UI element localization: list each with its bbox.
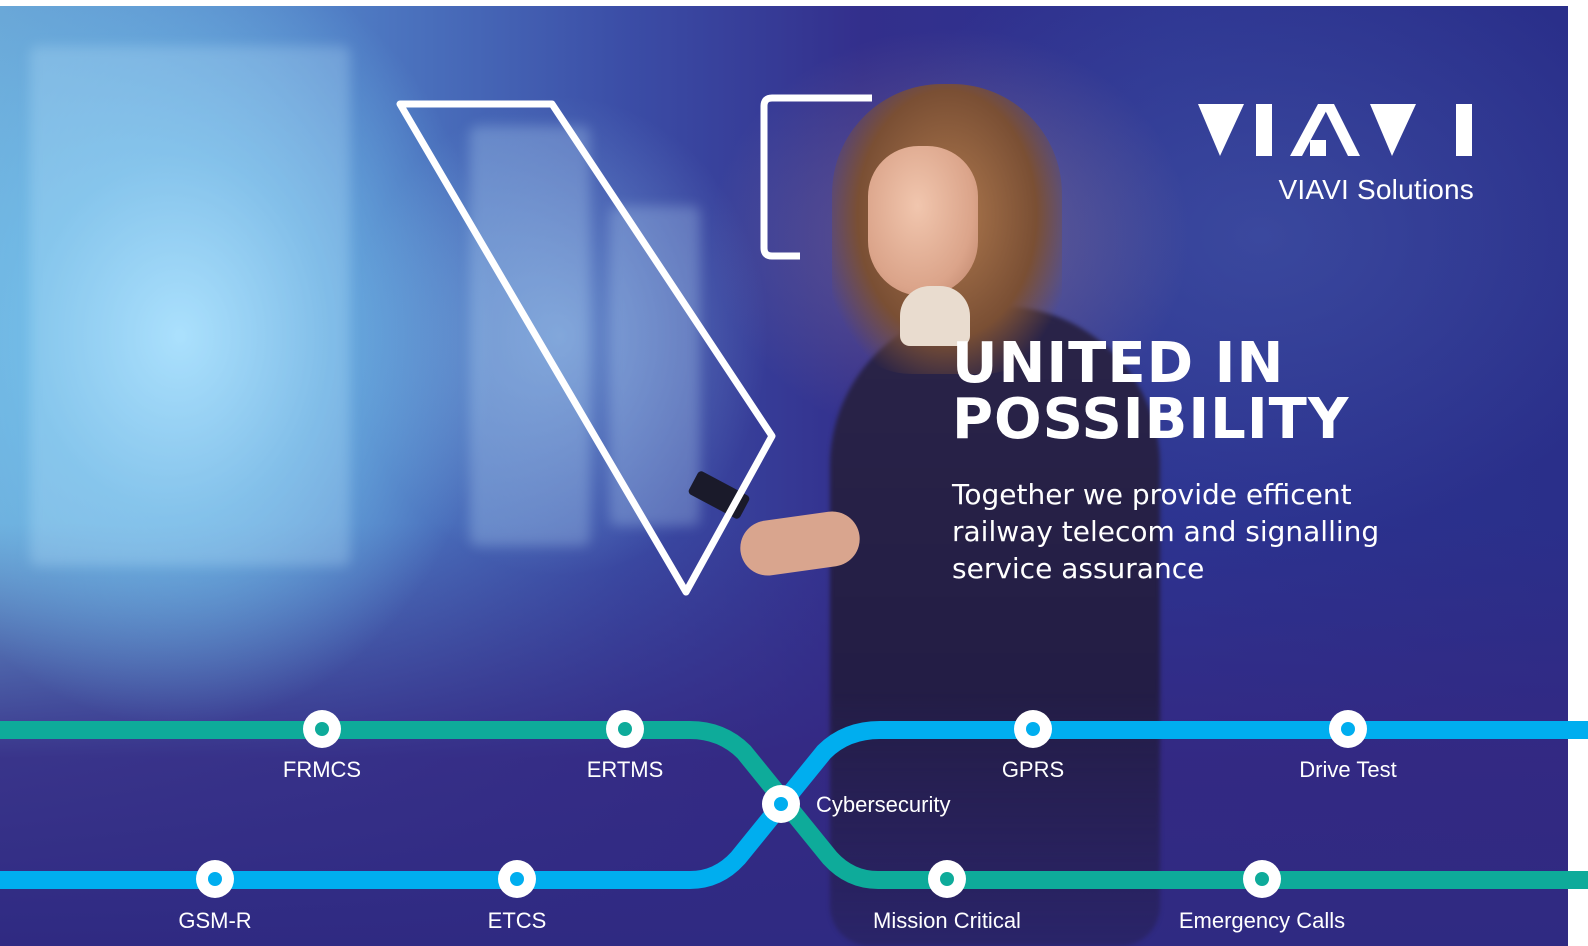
station-label: FRMCS bbox=[283, 757, 361, 782]
station-label: Drive Test bbox=[1299, 757, 1396, 782]
station-label: GSM-R bbox=[178, 908, 251, 933]
rail-network-map: FRMCS ERTMS GPRS Drive Test Cybersecurit… bbox=[0, 710, 1588, 933]
station-label: Emergency Calls bbox=[1179, 908, 1345, 933]
station-etcs: ETCS bbox=[488, 860, 547, 933]
station-ertms: ERTMS bbox=[587, 710, 664, 782]
station-emergency-calls: Emergency Calls bbox=[1179, 860, 1345, 933]
banner: VIAVI Solutions UNITED IN POSSIBILITY To… bbox=[0, 0, 1588, 946]
station-drive-test: Drive Test bbox=[1299, 710, 1397, 782]
station-mission-critical: Mission Critical bbox=[873, 860, 1021, 933]
station-cybersecurity: Cybersecurity bbox=[762, 785, 950, 823]
station-label: ETCS bbox=[488, 908, 547, 933]
station-gsm-r: GSM-R bbox=[178, 860, 252, 933]
station-label: GPRS bbox=[1002, 757, 1064, 782]
station-label: Mission Critical bbox=[873, 908, 1021, 933]
station-frmcs: FRMCS bbox=[283, 710, 361, 782]
station-label: Cybersecurity bbox=[816, 792, 950, 817]
station-gprs: GPRS bbox=[1002, 710, 1064, 782]
station-label: ERTMS bbox=[587, 757, 664, 782]
